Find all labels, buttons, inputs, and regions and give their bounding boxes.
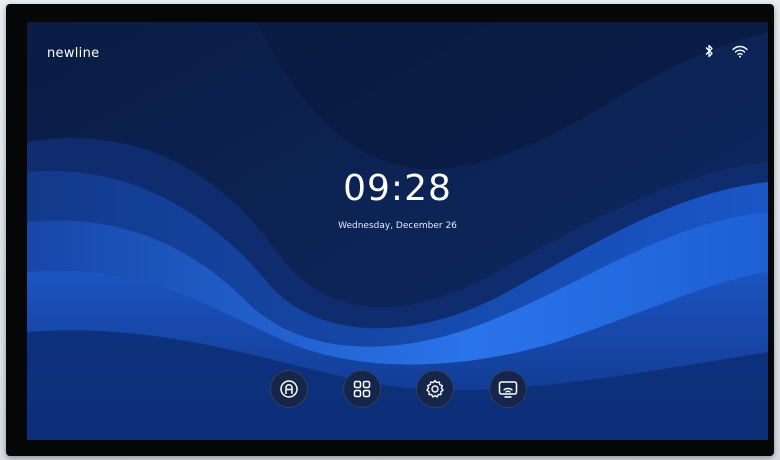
whiteboard-button[interactable] (270, 370, 308, 408)
settings-button[interactable] (416, 370, 454, 408)
clock-date: Wednesday, December 26 (338, 221, 457, 231)
home-screen: newline 09:28 Wednesday, December 26 (27, 22, 768, 440)
photo-background: newline 09:28 Wednesday, December 26 (0, 0, 780, 460)
screen-share-button[interactable] (489, 370, 527, 408)
newline-logo: newline (47, 46, 100, 61)
status-bar (704, 44, 748, 58)
whiteboard-pen-icon (278, 378, 300, 400)
apps-grid-icon (352, 379, 372, 399)
app-dock (270, 370, 528, 408)
clock-time: 09:28 (343, 168, 452, 209)
apps-button[interactable] (343, 370, 381, 408)
settings-gear-icon (424, 378, 446, 400)
bluetooth-icon[interactable] (704, 44, 714, 58)
screen-share-icon (497, 378, 519, 400)
wifi-icon[interactable] (732, 45, 748, 58)
